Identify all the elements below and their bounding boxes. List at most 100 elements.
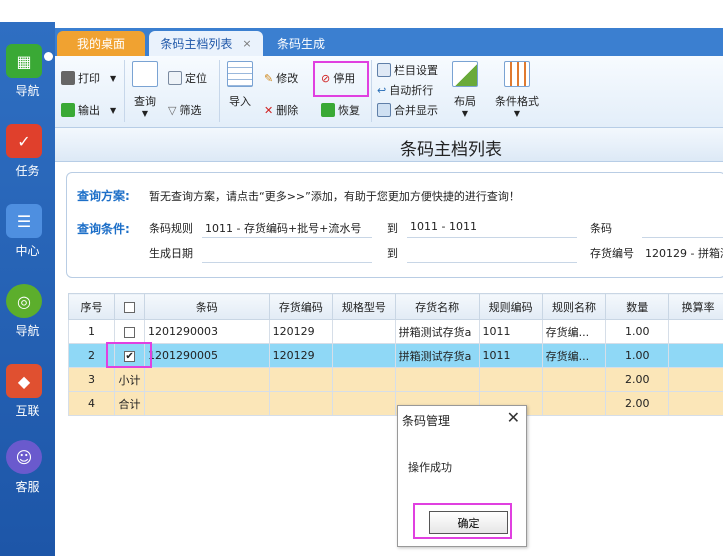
chevron-down-icon[interactable]: ▼ — [110, 74, 116, 83]
table-row[interactable]: 1 1201290003 120129 拼箱测试存货a 1011 存货编... … — [67, 319, 723, 344]
date-from-field[interactable] — [202, 262, 372, 263]
tab-barcode-master-list[interactable]: 条码主档列表 × — [149, 31, 263, 56]
export-button[interactable]: 输出 ▼ — [61, 102, 116, 118]
chevron-down-icon[interactable]: ▼ — [142, 109, 148, 118]
conditional-format-button[interactable]: 条件格式 ▼ — [495, 61, 539, 118]
rule-label: 条码规则 — [149, 222, 193, 235]
date-to-field[interactable] — [407, 262, 577, 263]
quantity-cell: 2.00 — [605, 391, 670, 416]
rule-name-cell — [541, 367, 607, 392]
barcode-cell: 1201290003 — [144, 319, 270, 344]
column-header[interactable]: 存货编码 — [268, 293, 334, 320]
column-header[interactable]: 条码 — [144, 293, 270, 320]
navigation-icon: ▦ — [6, 44, 42, 78]
connect-icon: ◆ — [6, 364, 42, 398]
column-settings-button[interactable]: 栏目设置 — [377, 62, 438, 78]
wrap-icon: ↩ — [377, 83, 387, 97]
locate-button[interactable]: 定位 — [168, 70, 207, 86]
column-header[interactable]: 存货名称 — [394, 293, 480, 320]
ribbon-toolbar: 打印 ▼ 输出 ▼ 查询 ▼ 定位 ▽ 筛选 导入 ✎ 修改 ✕ 删除 ⊘ 停用 恢复 栏目设… — [55, 56, 723, 128]
tab-my-desktop[interactable]: 我的桌面 — [57, 31, 145, 56]
quantity-cell: 2.00 — [605, 367, 670, 392]
divider — [371, 60, 372, 122]
dialog-message: 操作成功 — [408, 461, 452, 474]
query-scheme-label: 查询方案: — [77, 189, 130, 203]
column-header[interactable]: 规则名称 — [541, 293, 607, 320]
filter-button[interactable]: ▽ 筛选 — [168, 102, 201, 118]
spec-cell — [332, 391, 396, 416]
inventory-code-field[interactable]: 120129 - 拼箱测 — [645, 245, 723, 261]
delete-button[interactable]: ✕ 删除 — [264, 102, 298, 118]
chevron-down-icon[interactable]: ▼ — [514, 109, 520, 118]
layout-icon — [452, 61, 478, 87]
printer-icon — [61, 71, 75, 85]
import-button[interactable]: 导入 — [227, 61, 253, 109]
layout-button[interactable]: 布局 ▼ — [452, 61, 478, 118]
inventory-code-cell — [268, 367, 334, 392]
column-header[interactable]: 数量 — [605, 293, 670, 320]
rule-from-field[interactable]: 1011 - 存货编码+批号+流水号 — [205, 220, 361, 236]
query-scheme-text[interactable]: 暂无查询方案，请点击“更多>>”添加，有助于您更加方便快捷的进行查询！ — [149, 188, 520, 204]
sidebar-item-connect[interactable]: ◆ 互联 — [0, 364, 55, 424]
table-header-row: 序号 条码 存货编码 规格型号 存货名称 规则编码 规则名称 数量 换算率 — [67, 293, 723, 320]
modify-button[interactable]: ✎ 修改 — [264, 70, 298, 86]
row-checkbox[interactable] — [124, 326, 136, 338]
select-all-header[interactable] — [114, 293, 146, 320]
query-condition-label: 查询条件: — [77, 222, 130, 236]
query-button[interactable]: 查询 ▼ — [132, 61, 158, 118]
select-all-checkbox[interactable] — [124, 301, 136, 313]
sidebar-item-message-center[interactable]: ☰ 中心 — [0, 204, 55, 264]
import-label: 导入 — [229, 95, 251, 108]
sidebar-item-task[interactable]: ✓ 任务 — [0, 124, 55, 184]
restore-label: 恢复 — [338, 104, 360, 117]
barcode-field[interactable] — [642, 237, 723, 238]
column-header[interactable]: 换算率 — [668, 293, 723, 320]
sidebar-item-label: 导航 — [15, 84, 40, 98]
table-row-selected[interactable]: 2 ✔ 1201290005 120129 拼箱测试存货a 1011 存货编..… — [67, 343, 723, 368]
sidebar-item-label: 导航 — [15, 324, 40, 338]
row-select-cell[interactable] — [114, 319, 146, 344]
merge-display-button[interactable]: 合并显示 — [377, 102, 438, 118]
total-label: 合计 — [114, 391, 146, 416]
chevron-down-icon[interactable]: ▼ — [110, 106, 116, 115]
auto-wrap-label: 自动折行 — [389, 84, 434, 97]
quantity-cell: 1.00 — [605, 319, 670, 344]
row-number: 4 — [67, 391, 116, 416]
inventory-name-cell: 拼箱测试存货a — [394, 343, 480, 368]
task-icon: ✓ — [6, 124, 42, 158]
to-label: 到 — [387, 222, 398, 235]
message-center-icon: ☰ — [6, 204, 42, 238]
merge-icon — [377, 103, 391, 117]
dropdown-dot-icon[interactable] — [44, 52, 53, 61]
delete-label: 删除 — [276, 104, 299, 117]
chevron-down-icon[interactable]: ▼ — [462, 109, 468, 118]
column-header[interactable]: 规则编码 — [478, 293, 543, 320]
print-button[interactable]: 打印 ▼ — [61, 70, 116, 86]
restore-button[interactable]: 恢复 — [321, 102, 360, 118]
sidebar-item-navigation-2[interactable]: ◎ 导航 — [0, 284, 55, 344]
rule-name-cell: 存货编... — [541, 343, 607, 368]
rule-name-cell: 存货编... — [541, 319, 607, 344]
sidebar-item-navigation[interactable]: ▦ 导航 — [0, 44, 55, 104]
ok-button-highlight — [413, 503, 512, 539]
query-label: 查询 — [134, 95, 156, 108]
import-icon — [227, 61, 253, 87]
inventory-code-cell: 120129 — [268, 319, 334, 344]
close-icon[interactable]: ✕ — [507, 408, 520, 427]
auto-wrap-button[interactable]: ↩ 自动折行 — [377, 82, 433, 98]
column-header[interactable]: 序号 — [67, 293, 116, 320]
close-tab-icon[interactable]: × — [242, 37, 251, 50]
tab-barcode-generate[interactable]: 条码生成 — [267, 31, 335, 56]
filter-label: 筛选 — [179, 104, 202, 117]
sidebar-item-label: 任务 — [15, 164, 40, 178]
total-row: 4 合计 2.00 — [67, 391, 723, 416]
sidebar-item-label: 客服 — [15, 480, 40, 494]
pencil-icon: ✎ — [264, 71, 274, 85]
sidebar-item-customer-service[interactable]: ☺ 客服 — [0, 440, 55, 500]
rule-name-cell — [541, 391, 607, 416]
spec-cell — [332, 367, 396, 392]
to-label: 到 — [387, 247, 398, 260]
rule-to-field[interactable]: 1011 - 1011 — [410, 220, 477, 233]
column-header[interactable]: 规格型号 — [332, 293, 396, 320]
top-strip — [0, 0, 723, 22]
